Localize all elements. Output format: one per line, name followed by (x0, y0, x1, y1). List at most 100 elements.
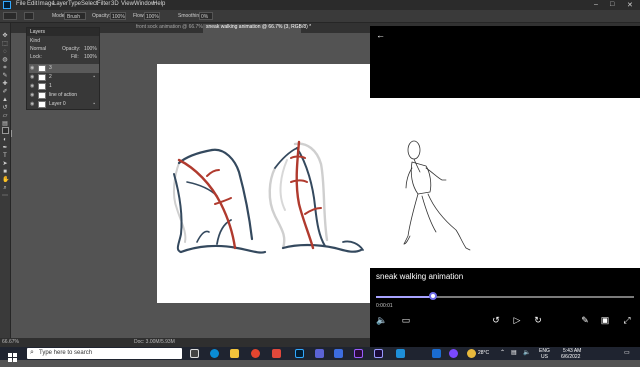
volume-tray-icon[interactable]: 🔈 (523, 349, 530, 356)
tab-label: sneak walking animation @ 66.7% (3, RGB/… (206, 24, 312, 30)
marquee-tool-icon[interactable]: ⬚ (2, 41, 8, 47)
pen-tool-icon[interactable]: ✒ (2, 145, 8, 151)
menu-layer[interactable]: Layer (53, 1, 68, 7)
zoom-readout[interactable]: 66.67% (2, 339, 19, 345)
menu-select[interactable]: Select (81, 1, 98, 7)
stamp-tool-icon[interactable]: ▲ (2, 97, 8, 103)
menu-filter[interactable]: Filter (97, 1, 110, 7)
menu-help[interactable]: Help (153, 1, 165, 7)
visibility-eye-icon[interactable]: ◉ (30, 64, 34, 73)
zoom-tool-icon[interactable]: ⌕ (2, 185, 8, 191)
layer-row[interactable]: ◉ line of action (29, 91, 99, 100)
task-view-icon[interactable] (190, 349, 199, 358)
dodge-tool-icon[interactable]: ◐ (2, 137, 8, 143)
taskbar-search-input[interactable]: ⌕ Type here to search (27, 348, 182, 359)
move-tool-icon[interactable]: ✥ (2, 33, 8, 39)
play-icon[interactable]: ▷ (511, 314, 523, 326)
opacity-input[interactable]: 100% (110, 12, 126, 20)
teams-icon[interactable] (315, 349, 324, 358)
layer-row[interactable]: ◉ 3 (29, 64, 99, 73)
windows-start-icon[interactable] (8, 349, 17, 362)
photoshop-taskbar-icon[interactable] (295, 349, 304, 358)
layer-row[interactable]: ◉ 1 (29, 82, 99, 91)
fill-value[interactable]: 100% (84, 54, 97, 60)
clock-date[interactable]: 6/6/2022 (561, 354, 580, 360)
network-icon[interactable]: ▤ (511, 349, 517, 356)
eraser-tool-icon[interactable]: ▱ (2, 113, 8, 119)
quick-select-tool-icon[interactable]: ◍ (2, 57, 8, 63)
brush-size-picker[interactable] (24, 12, 34, 20)
layer-filter-kind[interactable]: Kind (30, 38, 40, 44)
app-red-icon[interactable] (272, 349, 281, 358)
healing-tool-icon[interactable]: ✚ (2, 81, 8, 87)
lasso-tool-icon[interactable]: ◌ (2, 49, 8, 55)
menu-3d[interactable]: 3D (111, 1, 119, 7)
edge-browser-icon[interactable] (210, 349, 219, 358)
app-purple-icon[interactable] (449, 349, 458, 358)
photos-app-icon[interactable] (396, 349, 405, 358)
line-of-action-tick (304, 207, 322, 215)
visibility-eye-icon[interactable]: ◉ (30, 91, 34, 100)
layer-opacity-value[interactable]: 100% (84, 46, 97, 52)
blend-mode-select[interactable]: Normal (30, 46, 46, 52)
skip-forward-icon[interactable]: ↻ (532, 314, 544, 326)
eyedropper-tool-icon[interactable]: ✎ (2, 73, 8, 79)
history-brush-tool-icon[interactable]: ↺ (2, 105, 8, 111)
crop-tool-icon[interactable]: ⌗ (2, 65, 8, 71)
menu-type[interactable]: Type (68, 1, 81, 7)
fullscreen-icon[interactable]: ⤢ (621, 314, 633, 326)
video-frame[interactable] (370, 98, 640, 268)
file-explorer-icon[interactable] (230, 349, 239, 358)
edit-icon[interactable]: ✎ (579, 314, 591, 326)
document-canvas[interactable] (157, 64, 370, 303)
region-label[interactable]: US (541, 354, 548, 360)
flow-input[interactable]: 100% (144, 12, 160, 20)
path-select-tool-icon[interactable]: ➤ (2, 161, 8, 167)
tab-sneak-walking[interactable]: sneak walking animation @ 66.7% (3, RGB/… (203, 24, 311, 33)
menu-file[interactable]: File (16, 1, 26, 7)
weather-temp[interactable]: 28°C (478, 350, 489, 356)
chrome-browser-icon[interactable] (251, 349, 260, 358)
layer-row[interactable]: ◉ Layer 0 ▪ (29, 100, 99, 109)
minimize-icon[interactable]: – (594, 1, 598, 8)
captions-icon[interactable]: ▭ (400, 314, 412, 326)
menu-view[interactable]: View (121, 1, 134, 7)
hand-tool-icon[interactable]: ✋ (2, 177, 9, 183)
mini-view-icon[interactable]: ▣ (599, 314, 611, 326)
elapsed-time: 0:00:01 (376, 303, 393, 309)
visibility-eye-icon[interactable]: ◉ (30, 82, 34, 91)
line-of-action-tick (206, 169, 220, 177)
weather-sun-icon[interactable] (467, 349, 476, 358)
visibility-eye-icon[interactable]: ◉ (30, 73, 34, 82)
brush-tool-icon[interactable]: ✐ (2, 89, 8, 95)
figure-torso (410, 161, 432, 195)
volume-icon[interactable]: 🔈 (376, 314, 388, 326)
mode-select[interactable]: Brush (64, 12, 86, 20)
photoshop-logo-icon[interactable] (3, 1, 11, 9)
tool-preset-picker[interactable] (3, 12, 17, 20)
animate-icon[interactable] (374, 349, 383, 358)
tray-chevron-icon[interactable]: ⌃ (500, 349, 505, 356)
tab-front-sock[interactable]: front sock animation @ 66.7% (Layer 1, R… (133, 24, 248, 33)
maximize-icon[interactable]: □ (610, 1, 614, 8)
more-tools-icon[interactable]: ⋯ (2, 193, 8, 199)
seek-bar-thumb[interactable] (429, 292, 437, 300)
notifications-icon[interactable]: ▭ (624, 349, 630, 356)
visibility-eye-icon[interactable]: ◉ (30, 100, 34, 109)
type-tool-icon[interactable]: T (2, 153, 8, 159)
back-arrow-icon[interactable]: ← (376, 30, 385, 40)
fill-label: Fill: (71, 54, 79, 60)
word-icon[interactable] (432, 349, 441, 358)
smoothing-input[interactable]: 0% (199, 12, 213, 20)
layer-row[interactable]: ◉ 2 ▪ (29, 73, 99, 82)
foreground-color-swatch[interactable] (2, 127, 9, 134)
layers-panel: Layers Kind Normal Opacity: 100% Lock: F… (26, 27, 100, 110)
media-encoder-icon[interactable] (354, 349, 363, 358)
layer-name: Layer 0 (49, 101, 66, 107)
line-of-action-stroke (177, 158, 237, 250)
close-icon[interactable]: ✕ (627, 1, 633, 9)
app-blue-icon[interactable] (334, 349, 343, 358)
rectangle-tool-icon[interactable]: ■ (2, 169, 8, 175)
skip-back-icon[interactable]: ↺ (490, 314, 502, 326)
menu-edit[interactable]: Edit (27, 1, 37, 7)
